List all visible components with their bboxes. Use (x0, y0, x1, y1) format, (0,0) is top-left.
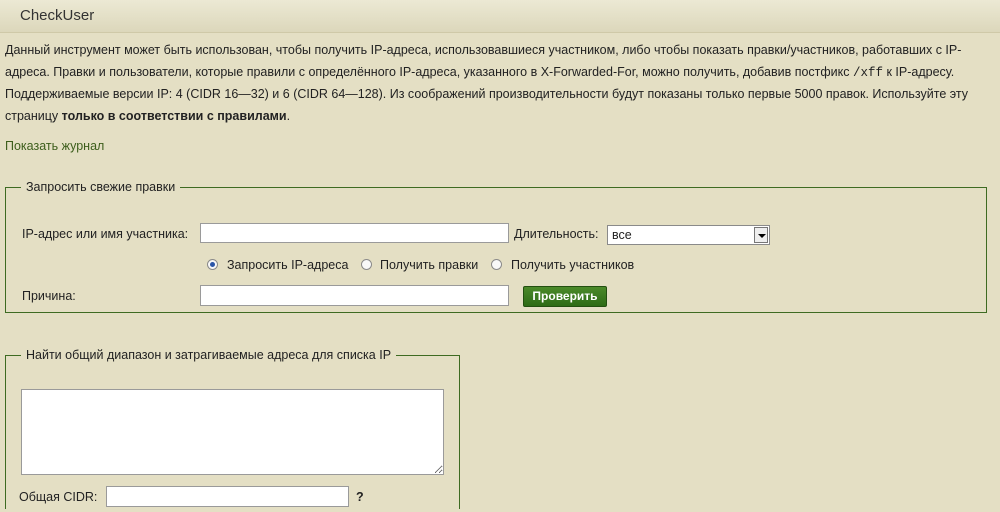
radio-get-edits[interactable] (361, 259, 372, 270)
intro-rules-bold: только в соответствии с правилами (61, 108, 287, 123)
cidr-input[interactable] (106, 486, 349, 507)
xff-code: /xff (853, 65, 884, 80)
query-legend: Запросить свежие правки (26, 180, 176, 194)
duration-select[interactable]: все (607, 225, 770, 245)
page-title: CheckUser (20, 7, 95, 24)
intro-part1: Данный инструмент может быть использован… (5, 43, 962, 79)
target-label: IP-адрес или имя участника: (22, 227, 189, 241)
reason-label: Причина: (22, 289, 76, 303)
duration-value: все (612, 228, 632, 242)
intro-end: . (286, 108, 291, 123)
reason-input[interactable] (200, 285, 509, 306)
radio-get-edits-label[interactable]: Получить правки (380, 258, 478, 272)
range-fieldset: Найти общий диапазон и затрагиваемые адр… (5, 348, 460, 509)
target-input[interactable] (200, 223, 509, 243)
intro-text: Данный инструмент может быть использован… (5, 40, 990, 127)
ip-list-textarea[interactable] (21, 389, 444, 475)
chevron-down-icon[interactable] (754, 227, 768, 243)
cidr-label: Общая CIDR: (19, 490, 98, 504)
duration-label: Длительность: (514, 227, 599, 241)
radio-get-users[interactable] (491, 259, 502, 270)
cidr-help-icon: ? (356, 490, 364, 504)
radio-get-ips[interactable] (207, 259, 218, 270)
query-fieldset: Запросить свежие правки IP-адрес или имя… (5, 180, 987, 313)
radio-get-users-label[interactable]: Получить участников (511, 258, 634, 272)
show-log-link[interactable]: Показать журнал (5, 139, 104, 153)
range-legend: Найти общий диапазон и затрагиваемые адр… (26, 348, 392, 362)
radio-get-ips-label[interactable]: Запросить IP-адреса (227, 258, 348, 272)
page-header: CheckUser (0, 0, 1000, 33)
check-button[interactable]: Проверить (523, 286, 607, 307)
